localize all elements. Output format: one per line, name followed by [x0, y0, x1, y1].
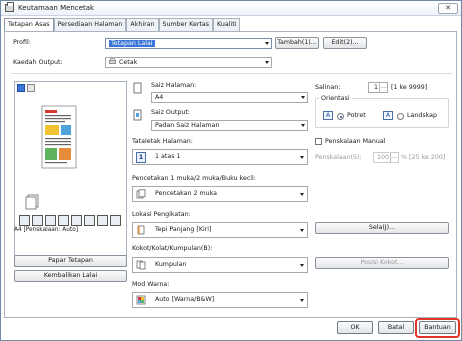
output-size-value: Padan Saiz Halaman: [155, 122, 220, 129]
edit-profile-button[interactable]: Edit(2)...: [323, 37, 367, 49]
print-preferences-window: Keutamaan Mencetak ✕ Tetapan Asas Persed…: [0, 0, 462, 341]
output-method-select[interactable]: Cetak: [105, 57, 272, 68]
preview-caption: A4 [Penskalaan: Auto]: [14, 227, 79, 233]
chevron-down-icon: [301, 124, 305, 127]
page-size-label: Saiz Halaman:: [151, 82, 197, 89]
profile-label: Profil:: [13, 39, 31, 46]
close-button[interactable]: ✕: [438, 3, 458, 14]
duplex-value: Pencetakan 2 muka: [155, 190, 218, 197]
output-method-label: Kaedah Output:: [13, 59, 63, 66]
collate-value: Kumpulan: [155, 261, 187, 268]
ok-button[interactable]: OK: [337, 321, 373, 334]
collate-label: Kokot/Kolat/Kumpulan(B):: [132, 245, 213, 252]
profile-value: Tetapan Lalai: [109, 40, 155, 47]
staple-icon: [32, 215, 43, 226]
binding-value: Tepi Panjang [Kiri]: [155, 226, 212, 233]
stepper-down[interactable]: [379, 87, 387, 92]
chevron-down-icon: [301, 96, 305, 99]
color-mode-label: Mod Warna:: [132, 281, 170, 288]
binding-icon: [19, 215, 30, 226]
binding-label: Lokasi Pengikatan:: [132, 211, 191, 218]
printer-icon: [109, 58, 116, 64]
collate-icon: [97, 215, 108, 226]
window-title: Keutamaan Mencetak: [18, 4, 95, 12]
manual-scaling-checkbox[interactable]: [315, 138, 322, 145]
tab-quality[interactable]: Kualiti: [213, 18, 241, 31]
landscape-icon: A: [383, 111, 393, 120]
tab-finishing[interactable]: Akhiran: [126, 18, 159, 31]
stack-pages-icon: [25, 194, 39, 210]
tab-basic-settings[interactable]: Tetapan Asas: [4, 18, 54, 32]
orientation-label: Orientasi: [319, 95, 352, 102]
preview-view-toggle[interactable]: [17, 84, 25, 92]
scaling-label: Penskalaan(S):: [315, 154, 362, 161]
chevron-down-icon: [300, 299, 304, 302]
copies-label: Salinan:: [315, 84, 341, 91]
chevron-down-icon: [300, 193, 304, 196]
page-layout-value: 1 atas 1: [155, 153, 181, 160]
cancel-button[interactable]: Batal: [378, 321, 414, 334]
print-preview: [14, 81, 127, 267]
color-mode-select[interactable]: Auto [Warna/B&W]: [132, 292, 308, 308]
output-size-icon: [133, 109, 142, 121]
binding-select[interactable]: Tepi Panjang [Kiri]: [132, 222, 308, 238]
manual-scaling-label: Penskalaan Manual: [325, 138, 386, 145]
add-profile-button[interactable]: Tambah(1)...: [275, 37, 319, 49]
collate-select[interactable]: Kumpulan: [132, 257, 308, 273]
page-icon: [133, 82, 142, 94]
profile-select[interactable]: Tetapan Lalai: [105, 38, 272, 49]
tab-paper-source[interactable]: Sumber Kertas: [158, 18, 214, 31]
layout-icon: 1: [136, 152, 146, 163]
page-layout-select[interactable]: 1 1 atas 1: [132, 149, 308, 165]
duplex-icon: [136, 189, 146, 199]
title-bar: Keutamaan Mencetak ✕: [1, 1, 461, 16]
scaling-stepper[interactable]: 100: [373, 152, 399, 163]
portrait-icon: A: [323, 111, 333, 120]
booklet-icon: [58, 215, 69, 226]
chevron-down-icon: [300, 264, 304, 267]
collate-icon: [136, 260, 146, 270]
output-size-label: Saiz Output:: [151, 109, 190, 116]
portrait-label: Potret: [347, 112, 366, 119]
preview-view-toggle-alt[interactable]: [27, 84, 35, 92]
divider: [11, 73, 452, 74]
duplex-icon: [71, 215, 82, 226]
scaling-range: % [25 ke 200]: [401, 154, 446, 161]
page-size-value: A4: [155, 94, 164, 101]
page-layout-label: Tataletak Halaman:: [132, 138, 193, 145]
output-method-value: Cetak: [119, 59, 138, 66]
tab-page-setup[interactable]: Persediaan Halaman: [53, 18, 127, 31]
color-mode-icon: [136, 295, 146, 305]
copies-stepper[interactable]: 1: [368, 82, 388, 93]
portrait-radio[interactable]: [337, 113, 344, 120]
restore-defaults-button[interactable]: Kembalikan Lalai: [14, 270, 127, 282]
copies-range: [1 ke 9999]: [391, 84, 428, 91]
help-button-highlight: [415, 318, 460, 338]
scaling-value: 100: [376, 154, 389, 161]
page-size-select[interactable]: A4: [151, 92, 308, 103]
copies-value: 1: [373, 84, 378, 91]
view-settings-button[interactable]: Papar Tetapan: [14, 255, 127, 267]
stepper-down[interactable]: [390, 157, 398, 162]
chevron-down-icon: [300, 229, 304, 232]
duplex-select[interactable]: Pencetakan 2 muka: [132, 186, 308, 202]
duplex-label: Pencetakan 1 muka/2 muka/Buku kecil:: [132, 175, 256, 182]
binding-icon: [137, 225, 145, 235]
tab-panel: Profil: Tetapan Lalai Tambah(1)... Edit(…: [4, 31, 457, 318]
landscape-label: Landskap: [407, 112, 438, 119]
chevron-down-icon: [265, 42, 269, 45]
color-mode-value: Auto [Warna/B&W]: [155, 296, 215, 303]
output-size-select[interactable]: Padan Saiz Halaman: [151, 120, 308, 131]
punch-icon: [45, 215, 56, 226]
chevron-down-icon: [265, 61, 269, 64]
tab-strip: Tetapan Asas Persediaan Halaman Akhiran …: [4, 18, 241, 32]
color-icon: [110, 215, 121, 226]
landscape-radio[interactable]: [397, 113, 404, 120]
printer-icon: [5, 2, 14, 12]
fold-icon: [84, 215, 95, 226]
staple-position-button[interactable]: Posisi Kokot...: [315, 257, 449, 269]
gutter-button[interactable]: Sela(J)...: [315, 222, 449, 234]
page-preview-image: [41, 105, 77, 169]
chevron-down-icon: [300, 156, 304, 159]
